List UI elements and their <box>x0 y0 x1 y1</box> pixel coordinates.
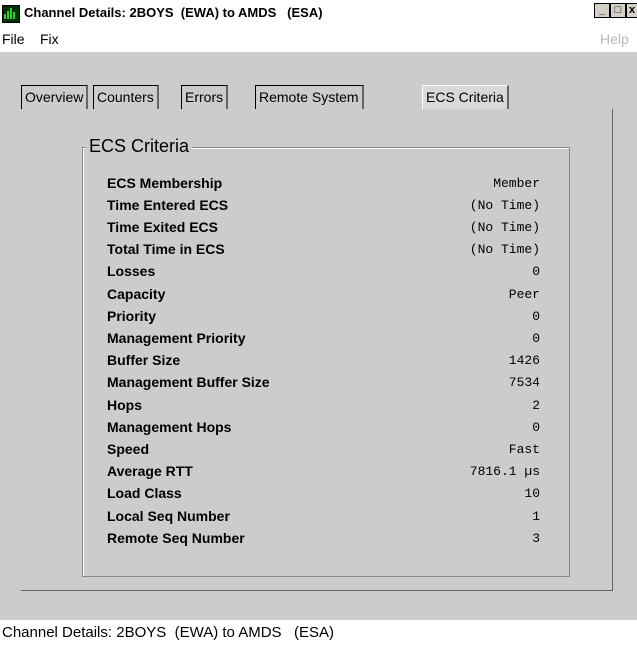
value-hops: 2 <box>532 398 540 413</box>
value-losses: 0 <box>532 264 540 279</box>
value-priority: 0 <box>532 309 540 324</box>
menu-file[interactable]: File <box>2 31 25 47</box>
tab-errors[interactable]: Errors <box>181 85 229 109</box>
status-bar: Channel Details: 2BOYS (EWA) to AMDS (ES… <box>0 620 637 645</box>
label-losses: Losses <box>107 263 156 279</box>
value-local-seq-number: 1 <box>532 509 540 524</box>
tab-counters[interactable]: Counters <box>93 85 159 109</box>
menu-bar: File Fix Help <box>0 27 637 52</box>
bar-chart-icon <box>2 5 20 23</box>
label-total-time-in-ecs: Total Time in ECS <box>107 241 225 257</box>
value-ecs-membership: Member <box>493 176 540 191</box>
label-time-exited-ecs: Time Exited ECS <box>107 219 219 235</box>
label-speed: Speed <box>107 441 150 457</box>
label-priority: Priority <box>107 308 157 324</box>
value-management-priority: 0 <box>532 331 540 346</box>
tab-ecs-criteria[interactable]: ECS Criteria <box>422 85 509 109</box>
label-capacity: Capacity <box>107 286 166 302</box>
label-local-seq-number: Local Seq Number <box>107 508 230 524</box>
label-management-buffer-size: Management Buffer Size <box>107 374 270 390</box>
tab-overview[interactable]: Overview <box>21 85 89 109</box>
minimize-button[interactable]: _ <box>594 3 610 18</box>
label-remote-seq-number: Remote Seq Number <box>107 530 245 546</box>
maximize-button[interactable]: □ <box>610 3 626 18</box>
tab-remote-system[interactable]: Remote System <box>255 85 364 109</box>
channel-details-window: Channel Details: 2BOYS (EWA) to AMDS (ES… <box>0 0 637 645</box>
close-button[interactable]: x <box>626 3 637 18</box>
value-management-hops: 0 <box>532 420 540 435</box>
menu-fix[interactable]: Fix <box>40 31 59 47</box>
label-hops: Hops <box>107 397 142 413</box>
label-ecs-membership: ECS Membership <box>107 175 223 191</box>
status-text: Channel Details: 2BOYS (EWA) to AMDS (ES… <box>2 624 335 641</box>
value-remote-seq-number: 3 <box>532 531 540 546</box>
label-management-hops: Management Hops <box>107 419 232 435</box>
value-time-entered-ecs: (No Time) <box>469 198 540 213</box>
label-buffer-size: Buffer Size <box>107 352 181 368</box>
menu-help[interactable]: Help <box>600 31 629 47</box>
label-load-class: Load Class <box>107 485 182 501</box>
value-buffer-size: 1426 <box>508 353 540 368</box>
value-speed: Fast <box>508 442 540 457</box>
value-total-time-in-ecs: (No Time) <box>469 242 540 257</box>
value-management-buffer-size: 7534 <box>508 375 540 390</box>
label-time-entered-ecs: Time Entered ECS <box>107 197 229 213</box>
window-title: Channel Details: 2BOYS (EWA) to AMDS (ES… <box>24 5 323 20</box>
value-average-rtt: 7816.1 µs <box>469 464 540 479</box>
label-management-priority: Management Priority <box>107 330 246 346</box>
title-bar[interactable]: Channel Details: 2BOYS (EWA) to AMDS (ES… <box>0 0 637 27</box>
group-title: ECS Criteria <box>86 136 193 157</box>
value-time-exited-ecs: (No Time) <box>469 220 540 235</box>
value-load-class: 10 <box>524 486 540 501</box>
value-capacity: Peer <box>508 287 540 302</box>
label-average-rtt: Average RTT <box>107 463 193 479</box>
